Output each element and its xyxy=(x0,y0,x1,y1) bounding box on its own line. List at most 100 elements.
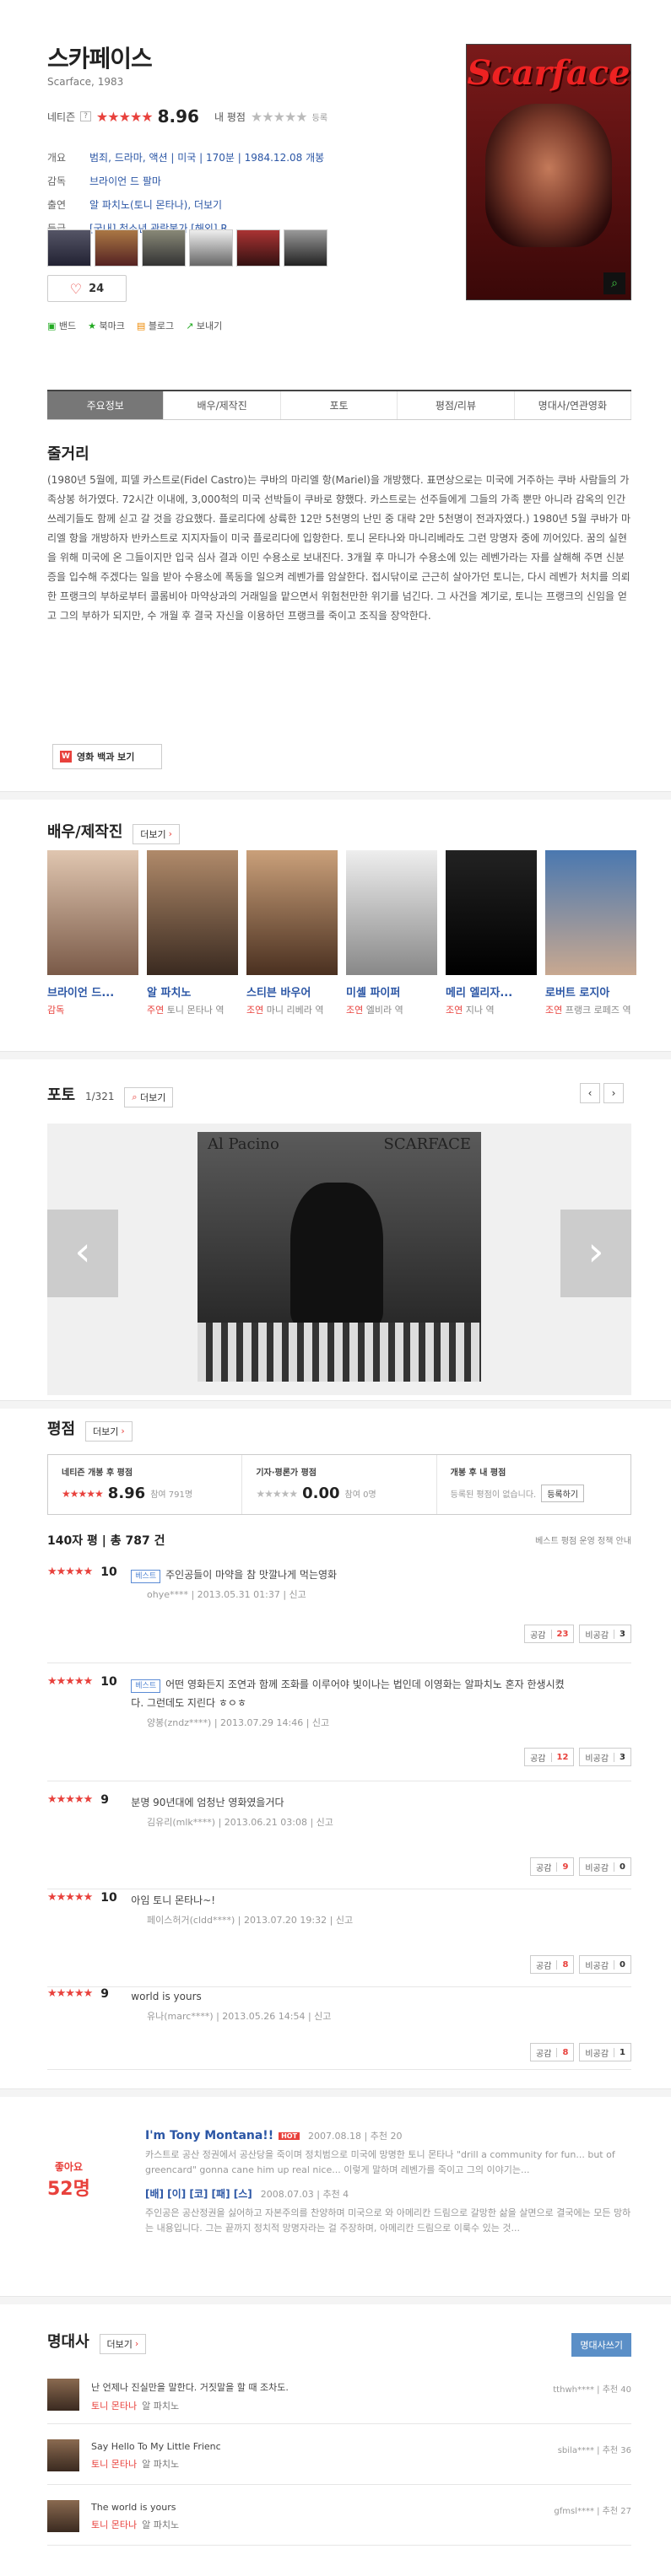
star-icon: ★ xyxy=(88,321,97,331)
info-key: 개요 xyxy=(47,151,67,164)
news-item[interactable]: [배] [이] [코] [패] [스] 2008.07.03 | 추천 4 주인공… xyxy=(145,2186,631,2236)
cast-card[interactable]: 브라이언 드... 감독 xyxy=(47,850,138,1017)
news-headline-text: I'm Tony Montana!! xyxy=(145,2129,274,2142)
cast-photo[interactable] xyxy=(545,850,636,975)
next-photo-button[interactable]: › xyxy=(560,1210,631,1297)
tab-quotes[interactable]: 명대사/연관영화 xyxy=(515,391,632,419)
register-rating-button[interactable]: 등록하기 xyxy=(541,1485,585,1502)
cast-title: 배우/제작진 xyxy=(47,823,123,841)
still-thumbnail[interactable] xyxy=(189,229,233,267)
cast-name[interactable]: 알 파치노 xyxy=(147,984,238,1000)
like-button[interactable]: ♡ 24 xyxy=(47,275,127,302)
quote-speaker[interactable]: 토니 몬타나 알 파치노 xyxy=(91,2457,631,2471)
still-thumbnail[interactable] xyxy=(142,229,186,267)
news-headline[interactable]: [배] [이] [코] [패] [스] 2008.07.03 | 추천 4 xyxy=(145,2186,631,2201)
cast-role-name: 지나 역 xyxy=(465,1005,495,1016)
info-value[interactable]: 알 파치노(토니 몬타나), 더보기 xyxy=(89,197,222,212)
cast-photo[interactable] xyxy=(47,850,138,975)
disagree-button[interactable]: 비공감 3 xyxy=(579,1748,631,1766)
still-thumbnail[interactable] xyxy=(47,229,91,267)
agree-count: 8 xyxy=(556,2047,573,2057)
cast-list: 브라이언 드... 감독 알 파치노 주연 토니 몬타나 역 스티븐 바우어 조… xyxy=(47,850,636,1017)
policy-link[interactable]: 베스트 평점 운영 정책 안내 xyxy=(535,1533,631,1546)
tab-reviews[interactable]: 평점/리뷰 xyxy=(398,391,515,419)
cast-photo[interactable] xyxy=(147,850,238,975)
info-value[interactable]: 범죄, 드라마, 액션 | 미국 | 170분 | 1984.12.08 개봉 xyxy=(89,150,324,164)
wiki-icon: W xyxy=(60,751,72,763)
cast-name[interactable]: 로버트 로지아 xyxy=(545,984,636,1000)
cast-photo[interactable] xyxy=(446,850,537,975)
cast-card[interactable]: 스티븐 바우어 조연 마니 리베라 역 xyxy=(246,850,338,1017)
tab-cast[interactable]: 배우/제작진 xyxy=(164,391,281,419)
info-value[interactable]: 브라이언 드 팔마 xyxy=(89,174,161,188)
chevron-left-icon[interactable]: ‹ xyxy=(580,1083,600,1103)
review-line: ★★★★★ 10 베스트 주인공들이 마약을 참 맛깔나게 먹는영화 xyxy=(47,1566,631,1584)
quote-item: 난 언제나 진실만을 말한다. 거짓말을 할 때 조차도. 토니 몬타나 알 파치… xyxy=(47,2363,631,2424)
disagree-button[interactable]: 비공감 3 xyxy=(579,1625,631,1643)
quotes-header: 명대사 더보기 › 명대사쓰기 xyxy=(47,2330,631,2363)
disagree-button[interactable]: 비공감 0 xyxy=(579,1857,631,1876)
cast-name[interactable]: 메리 엘리자... xyxy=(446,984,537,1000)
cast-card[interactable]: 로버트 로지아 조연 프랭크 로페즈 역 xyxy=(545,850,636,1017)
share-bookmark[interactable]: ★ 북마크 xyxy=(88,319,125,332)
agree-button[interactable]: 공감 23 xyxy=(524,1625,575,1643)
news-headline-text: [배] [이] [코] [패] [스] xyxy=(145,2188,252,2200)
quote-speaker[interactable]: 토니 몬타나 알 파치노 xyxy=(91,2518,631,2531)
prev-photo-button[interactable]: ‹ xyxy=(47,1210,118,1297)
photo-counter: 1/321 xyxy=(84,1091,115,1102)
disagree-button[interactable]: 비공감 0 xyxy=(579,1955,631,1974)
disagree-button[interactable]: 비공감 1 xyxy=(579,2043,631,2061)
agree-button[interactable]: 공감 8 xyxy=(530,2043,575,2061)
quotes-more-button[interactable]: 더보기 › xyxy=(99,2333,147,2354)
cast-card[interactable]: 미셸 파이퍼 조연 엘비라 역 xyxy=(346,850,437,1017)
cast-more-button[interactable]: 더보기 › xyxy=(133,823,180,844)
news-item[interactable]: I'm Tony Montana!! HOT 2007.08.18 | 추천 20 … xyxy=(145,2129,631,2178)
photo-caption-right: SCARFACE xyxy=(383,1135,472,1153)
agree-button[interactable]: 공감 8 xyxy=(530,1955,575,1974)
review-item: ★★★★★ 10 베스트 주인공들이 마약을 참 맛깔나게 먹는영화 ohye**… xyxy=(47,1566,631,1663)
help-icon[interactable]: ? xyxy=(80,111,91,121)
tab-main-info[interactable]: 주요정보 xyxy=(47,391,165,419)
photo-main[interactable]: Al Pacino SCARFACE xyxy=(198,1132,481,1382)
movie-header: 스카페이스 Scarface, 1983 네티즌 ? ★★★★★ 8.96 내 … xyxy=(0,0,671,331)
review-body: 주인공들이 마약을 참 맛깔나게 먹는영화 xyxy=(165,1569,338,1581)
cast-role-type: 조연 xyxy=(446,1005,463,1016)
cast-role-type: 주연 xyxy=(147,1005,165,1016)
zoom-icon[interactable]: ⌕ xyxy=(603,272,625,294)
share-band[interactable]: ▣ 밴드 xyxy=(47,319,76,332)
cast-card[interactable]: 알 파치노 주연 토니 몬타나 역 xyxy=(147,850,238,1017)
review-body: world is yours xyxy=(131,1991,202,2002)
cast-photo[interactable] xyxy=(246,850,338,975)
write-quote-button[interactable]: 명대사쓰기 xyxy=(571,2333,631,2357)
avatar[interactable] xyxy=(47,2439,79,2471)
cast-name[interactable]: 미셸 파이퍼 xyxy=(346,984,437,1000)
avatar[interactable] xyxy=(47,2500,79,2532)
wiki-button[interactable]: W 영화 백과 보기 xyxy=(52,744,162,769)
agree-button[interactable]: 공감 9 xyxy=(530,1857,575,1876)
tab-photo[interactable]: 포토 xyxy=(281,391,398,419)
avatar[interactable] xyxy=(47,2379,79,2411)
agree-button[interactable]: 공감 12 xyxy=(524,1748,575,1766)
my-rating-stars-icon[interactable]: ★★★★★ xyxy=(251,109,308,125)
cast-card[interactable]: 메리 엘리자... 조연 지나 역 xyxy=(446,850,537,1017)
best-badge: 베스트 xyxy=(131,1679,161,1693)
cast-name[interactable]: 스티븐 바우어 xyxy=(246,984,338,1000)
news-headline[interactable]: I'm Tony Montana!! HOT 2007.08.18 | 추천 20 xyxy=(145,2129,631,2142)
share-blog[interactable]: ▤ 블로그 xyxy=(137,319,174,332)
register-link[interactable]: 등록 xyxy=(312,110,327,123)
disagree-count: 3 xyxy=(614,1629,630,1639)
rating-more-button[interactable]: 더보기 › xyxy=(84,1420,133,1442)
share-send[interactable]: ↗ 보내기 xyxy=(186,319,222,332)
cast-photo[interactable] xyxy=(346,850,437,975)
still-thumbnail[interactable] xyxy=(284,229,327,267)
movie-poster[interactable]: Scarface ⌕ xyxy=(466,44,631,300)
still-thumbnail[interactable] xyxy=(236,229,280,267)
cast-name[interactable]: 브라이언 드... xyxy=(47,984,138,1000)
still-thumbnail[interactable] xyxy=(95,229,138,267)
netizen-score: 8.96 xyxy=(157,106,199,127)
quote-speaker[interactable]: 토니 몬타나 알 파치노 xyxy=(91,2399,631,2412)
photo-viewer: ‹ Al Pacino SCARFACE › xyxy=(47,1124,631,1395)
netizen-rating-cell: 네티즌 개봉 후 평점 ★★★★★ 8.96 참여 791명 xyxy=(48,1455,243,1514)
chevron-right-icon[interactable]: › xyxy=(603,1083,624,1103)
photo-more-button[interactable]: ⌕ 더보기 xyxy=(124,1086,174,1107)
